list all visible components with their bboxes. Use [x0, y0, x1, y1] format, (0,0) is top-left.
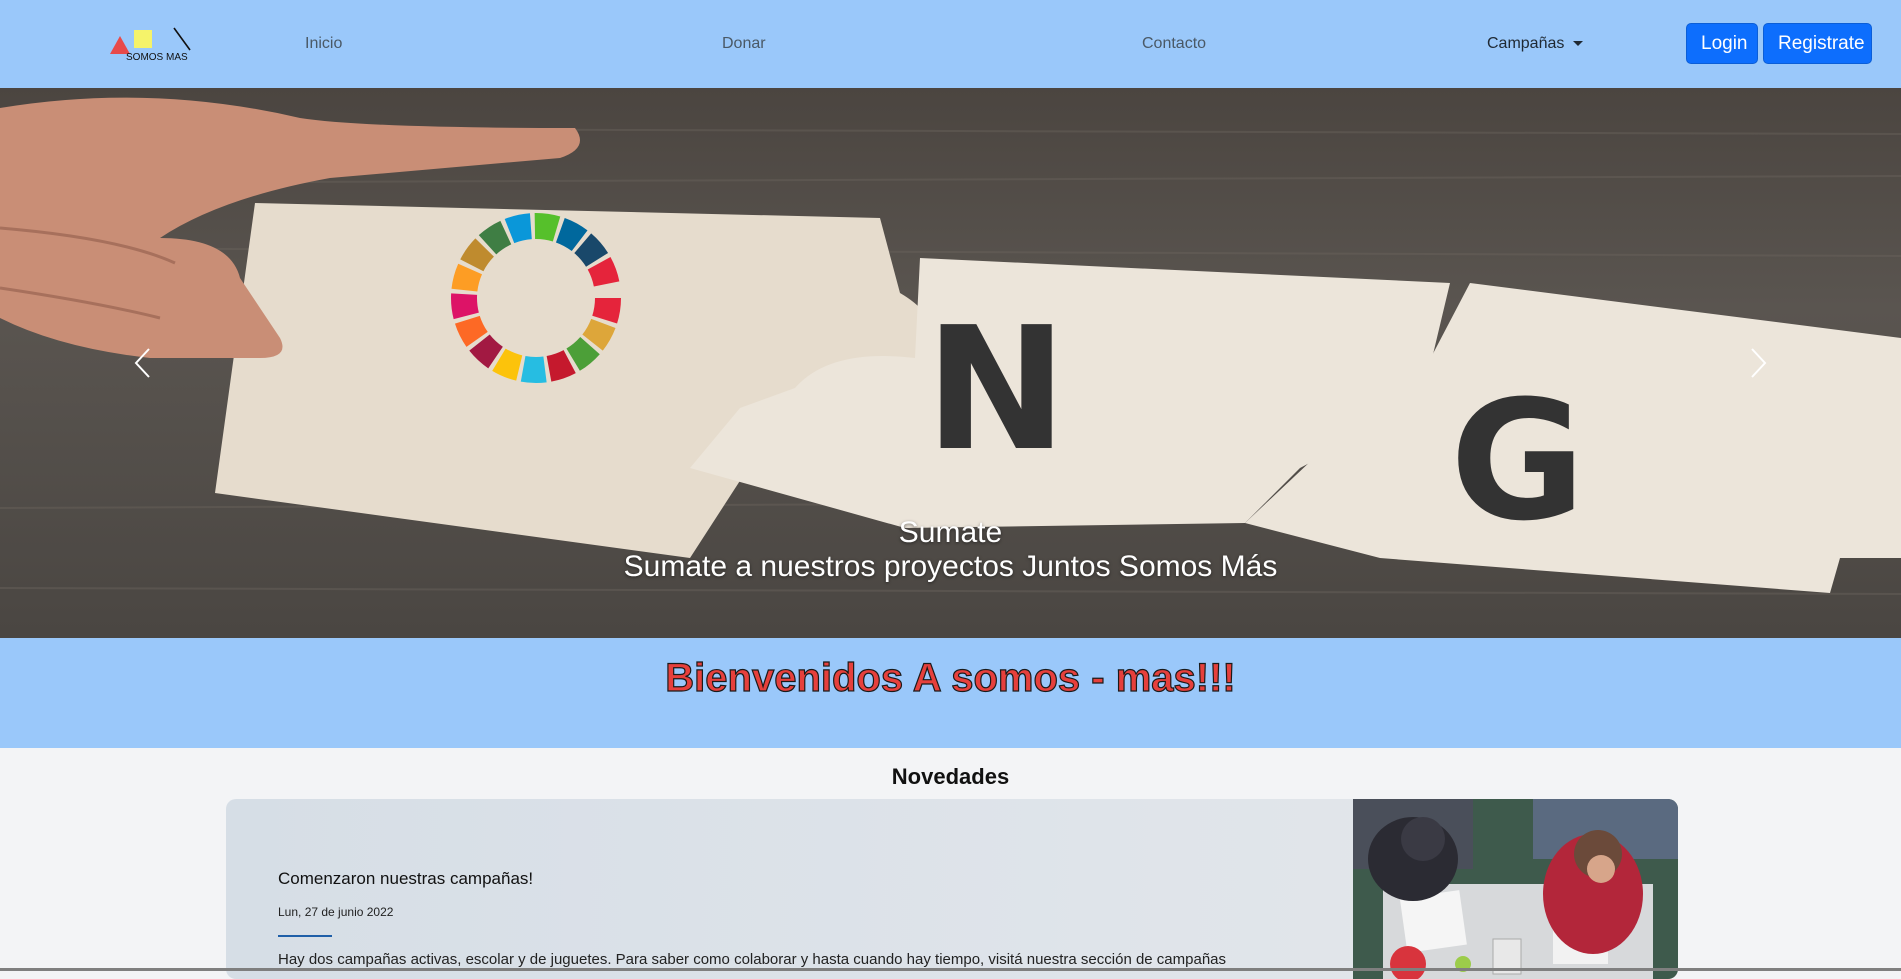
news-image [1353, 799, 1678, 979]
brand-logo[interactable]: SOMOS MAS [110, 26, 194, 66]
carousel-prev-button[interactable] [131, 346, 155, 380]
campaigns-dropdown-label: Campañas [1487, 35, 1565, 52]
slide-letter-n: N [925, 291, 1067, 489]
welcome-banner: Bienvenidos A somos - mas!!! [0, 638, 1901, 748]
news-body: Hay dos campañas activas, escolar y de j… [278, 951, 1227, 968]
chevron-left-icon [134, 348, 150, 378]
navbar: SOMOS MAS Inicio Donar Contacto Campañas… [0, 0, 1901, 88]
nav-link-donar[interactable]: Donar [722, 34, 766, 54]
news-heading: Novedades [891, 764, 1010, 789]
news-divider [278, 935, 332, 937]
chevron-right-icon [1751, 348, 1767, 378]
news-title: Comenzaron nuestras campañas! [278, 869, 534, 888]
nav-link-inicio[interactable]: Inicio [305, 34, 342, 54]
logo-text: SOMOS MAS [126, 52, 188, 63]
nav-link-contacto[interactable]: Contacto [1142, 34, 1206, 54]
register-button[interactable]: Registrate [1763, 23, 1872, 64]
login-button[interactable]: Login [1686, 23, 1758, 64]
campaigns-dropdown[interactable]: Campañas [1487, 34, 1584, 54]
hero-carousel: N G Sumate Sumate a nuestros proyectos J… [0, 88, 1901, 638]
carousel-caption-title: Sumate [898, 516, 1003, 549]
carousel-next-button[interactable] [1746, 346, 1770, 380]
caret-down-icon [1573, 41, 1584, 47]
news-date: Lun, 27 de junio 2022 [278, 905, 394, 919]
carousel-caption-text: Sumate a nuestros proyectos Juntos Somos… [623, 550, 1278, 583]
news-card[interactable]: Comenzaron nuestras campañas! Lun, 27 de… [226, 799, 1678, 979]
welcome-title: Bienvenidos A somos - mas!!! [665, 655, 1237, 700]
